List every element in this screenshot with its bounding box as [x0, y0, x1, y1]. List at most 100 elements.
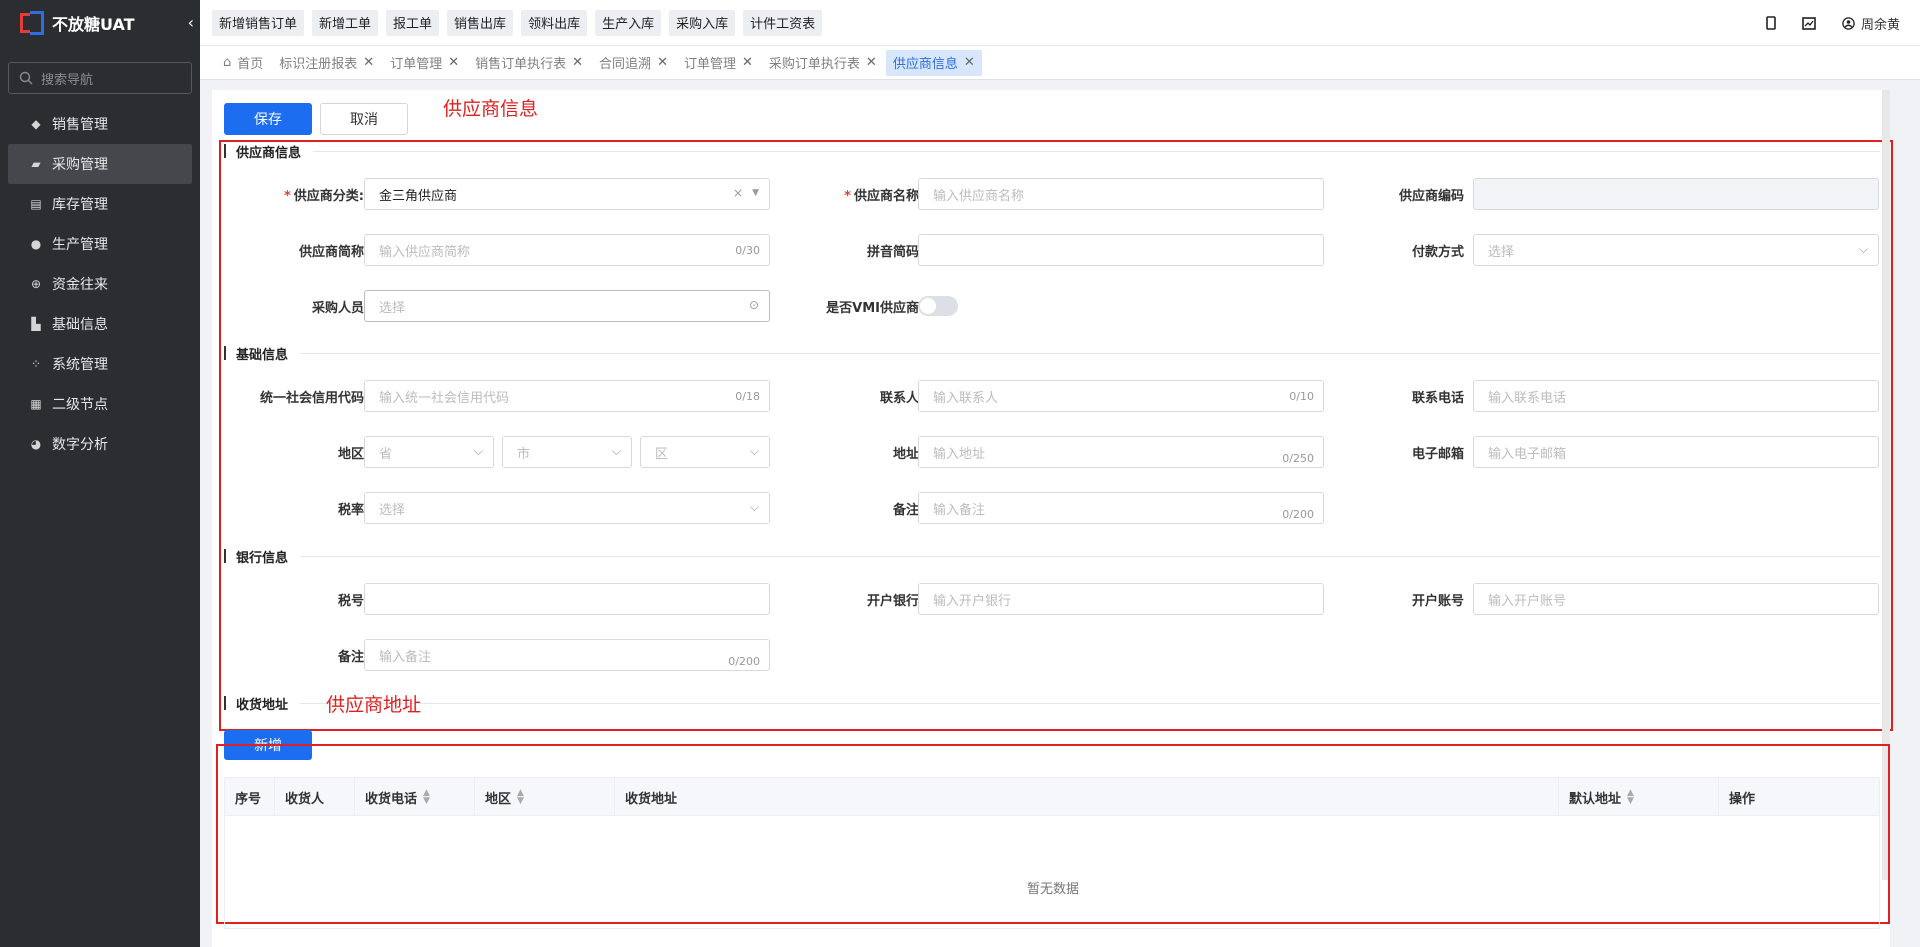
- clear-icon[interactable]: ×: [733, 186, 743, 200]
- region-label: 地区: [337, 447, 364, 462]
- sidebar-item-secondary-node[interactable]: ▦ 二级节点: [0, 384, 200, 424]
- sidebar-item-inventory[interactable]: ▤ 库存管理: [0, 184, 200, 224]
- tax-number-label: 税号: [337, 594, 364, 609]
- tab-registration-report[interactable]: 标识注册报表 ✕: [272, 50, 381, 76]
- tab-sales-order-execution[interactable]: 销售订单执行表 ✕: [468, 50, 590, 76]
- tab-purchase-order-execution[interactable]: 采购订单执行表 ✕: [762, 50, 884, 76]
- sidebar-item-purchase[interactable]: ▰ 采购管理: [8, 144, 192, 184]
- tab-label: 销售订单执行表: [475, 57, 567, 72]
- save-button[interactable]: 保存: [224, 103, 312, 135]
- tab-contract-trace[interactable]: 合同追溯 ✕: [592, 50, 675, 76]
- tab-order-management[interactable]: 订单管理 ✕: [383, 50, 466, 76]
- annotation-supplier-address: 供应商地址: [326, 694, 422, 716]
- close-icon[interactable]: ✕: [657, 55, 668, 70]
- section-title: 银行信息: [236, 550, 289, 566]
- tag-icon: ◆: [31, 117, 41, 131]
- vmi-supplier-toggle[interactable]: [918, 296, 958, 316]
- section-title: 收货地址: [236, 697, 289, 713]
- supplier-name-input[interactable]: 输入供应商名称: [918, 178, 1324, 210]
- email-input[interactable]: 输入电子邮箱: [1473, 436, 1879, 468]
- contact-phone-label: 联系电话: [1411, 391, 1464, 406]
- sidebar-item-system[interactable]: ⁘ 系统管理: [0, 344, 200, 384]
- payment-method-label: 付款方式: [1411, 245, 1464, 260]
- city-select[interactable]: 市 ⌵: [502, 436, 632, 468]
- close-icon[interactable]: ✕: [363, 55, 374, 70]
- tab-order-management-2[interactable]: 订单管理 ✕: [677, 50, 760, 76]
- mobile-icon[interactable]: [1766, 16, 1776, 30]
- bank-remark-textarea[interactable]: 输入备注 0/200: [364, 639, 770, 671]
- bank-account-input[interactable]: 输入开户账号: [1473, 583, 1879, 615]
- quick-button-material-outbound[interactable]: 领料出库: [521, 9, 588, 36]
- credit-code-input[interactable]: 输入统一社会信用代码 0/18: [364, 380, 770, 412]
- sidebar-item-production[interactable]: ● 生产管理: [0, 224, 200, 264]
- supplier-category-select[interactable]: 金三角供应商 × ▼: [364, 178, 770, 210]
- supplier-short-name-input[interactable]: 输入供应商简称 0/30: [364, 234, 770, 266]
- close-icon[interactable]: ✕: [964, 55, 975, 70]
- bank-remark-label: 备注: [337, 650, 364, 665]
- supplier-short-name-label: 供应商简称: [298, 245, 364, 260]
- tab-label: 供应商信息: [892, 57, 958, 72]
- pinyin-code-input[interactable]: [918, 234, 1324, 266]
- contact-phone-input[interactable]: 输入联系电话: [1473, 380, 1879, 412]
- nav-search-input[interactable]: 搜索导航: [8, 62, 192, 94]
- sidebar-item-label: 销售管理: [52, 117, 108, 133]
- sort-icon[interactable]: ▲ ▼: [1627, 789, 1634, 806]
- sidebar-item-sales[interactable]: ◆ 销售管理: [0, 104, 200, 144]
- section-shipping-address: 收货地址: [224, 695, 1880, 713]
- tax-rate-select[interactable]: 选择 ⌵: [364, 492, 770, 524]
- bank-input[interactable]: 输入开户银行: [918, 583, 1324, 615]
- production-icon: ●: [30, 237, 42, 251]
- tab-supplier-info[interactable]: 供应商信息 ✕: [885, 49, 982, 76]
- supplier-category-label: * 供应商分类:: [283, 189, 364, 204]
- sidebar-item-basic-info[interactable]: ▙ 基础信息: [0, 304, 200, 344]
- tab-home[interactable]: ⌂ 首页: [216, 50, 270, 76]
- quick-button-piecework-wages[interactable]: 计件工资表: [743, 9, 823, 36]
- user-icon: [1842, 16, 1855, 30]
- contact-label: 联系人: [879, 391, 919, 406]
- collapse-sidebar-icon[interactable]: ‹: [188, 13, 194, 32]
- close-icon[interactable]: ✕: [742, 55, 753, 70]
- quick-button-purchase-inbound[interactable]: 采购入库: [669, 9, 736, 36]
- cancel-button[interactable]: 取消: [320, 103, 408, 135]
- buyer-select[interactable]: 选择 ⊙: [364, 290, 770, 322]
- quick-button-work-report[interactable]: 报工单: [386, 9, 440, 36]
- char-counter: 0/18: [735, 389, 760, 403]
- sidebar-item-label: 基础信息: [52, 317, 108, 333]
- search-icon[interactable]: ⊙: [749, 298, 759, 312]
- sort-icon[interactable]: ▲ ▼: [423, 789, 430, 806]
- quick-button-sales-outbound[interactable]: 销售出库: [447, 9, 514, 36]
- screen-icon[interactable]: [1802, 16, 1816, 30]
- payment-method-select[interactable]: 选择 ⌵: [1473, 234, 1879, 266]
- buyer-label: 采购人员: [311, 301, 364, 316]
- contact-input[interactable]: 输入联系人 0/10: [918, 380, 1324, 412]
- tax-number-input[interactable]: [364, 583, 770, 615]
- user-name: 周余黄: [1860, 17, 1900, 33]
- sidebar-item-analysis[interactable]: ◕ 数字分析: [0, 424, 200, 464]
- section-supplier-info: 供应商信息: [224, 143, 1880, 161]
- close-icon[interactable]: ✕: [572, 55, 583, 70]
- column-phone[interactable]: 收货电话 ▲ ▼: [355, 778, 475, 816]
- column-receiver: 收货人: [275, 778, 355, 816]
- user-menu[interactable]: 周余黄: [1842, 14, 1900, 33]
- address-textarea[interactable]: 输入地址 0/250: [918, 436, 1324, 468]
- grid-icon: ⁘: [30, 357, 42, 371]
- chevron-down-icon: ▼: [752, 188, 759, 198]
- column-address: 收货地址: [615, 778, 1559, 816]
- province-select[interactable]: 省 ⌵: [364, 436, 494, 468]
- column-region[interactable]: 地区 ▲ ▼: [475, 778, 615, 816]
- column-default[interactable]: 默认地址 ▲ ▼: [1559, 778, 1719, 816]
- sidebar-item-label: 资金往来: [52, 277, 108, 293]
- sidebar-item-funds[interactable]: ⊕ 资金往来: [0, 264, 200, 304]
- close-icon[interactable]: ✕: [448, 55, 459, 70]
- remark-textarea[interactable]: 输入备注 0/200: [918, 492, 1324, 524]
- chevron-down-icon: ⌵: [473, 444, 483, 458]
- sort-icon[interactable]: ▲ ▼: [517, 789, 524, 806]
- sidebar: 不放糖UAT ‹ 搜索导航 ◆ 销售管理 ▰ 采购管理 ▤ 库存管理 ● 生产管理 ⊕ 资…: [0, 0, 200, 947]
- quick-button-new-sales-order[interactable]: 新增销售订单: [212, 9, 305, 36]
- vmi-supplier-label: 是否VMI供应商: [826, 301, 919, 316]
- quick-button-production-inbound[interactable]: 生产入库: [595, 9, 662, 36]
- close-icon[interactable]: ✕: [866, 55, 877, 70]
- district-select[interactable]: 区 ⌵: [640, 436, 770, 468]
- logo[interactable]: 不放糖UAT ‹: [0, 0, 200, 46]
- quick-button-new-work-order[interactable]: 新增工单: [312, 9, 379, 36]
